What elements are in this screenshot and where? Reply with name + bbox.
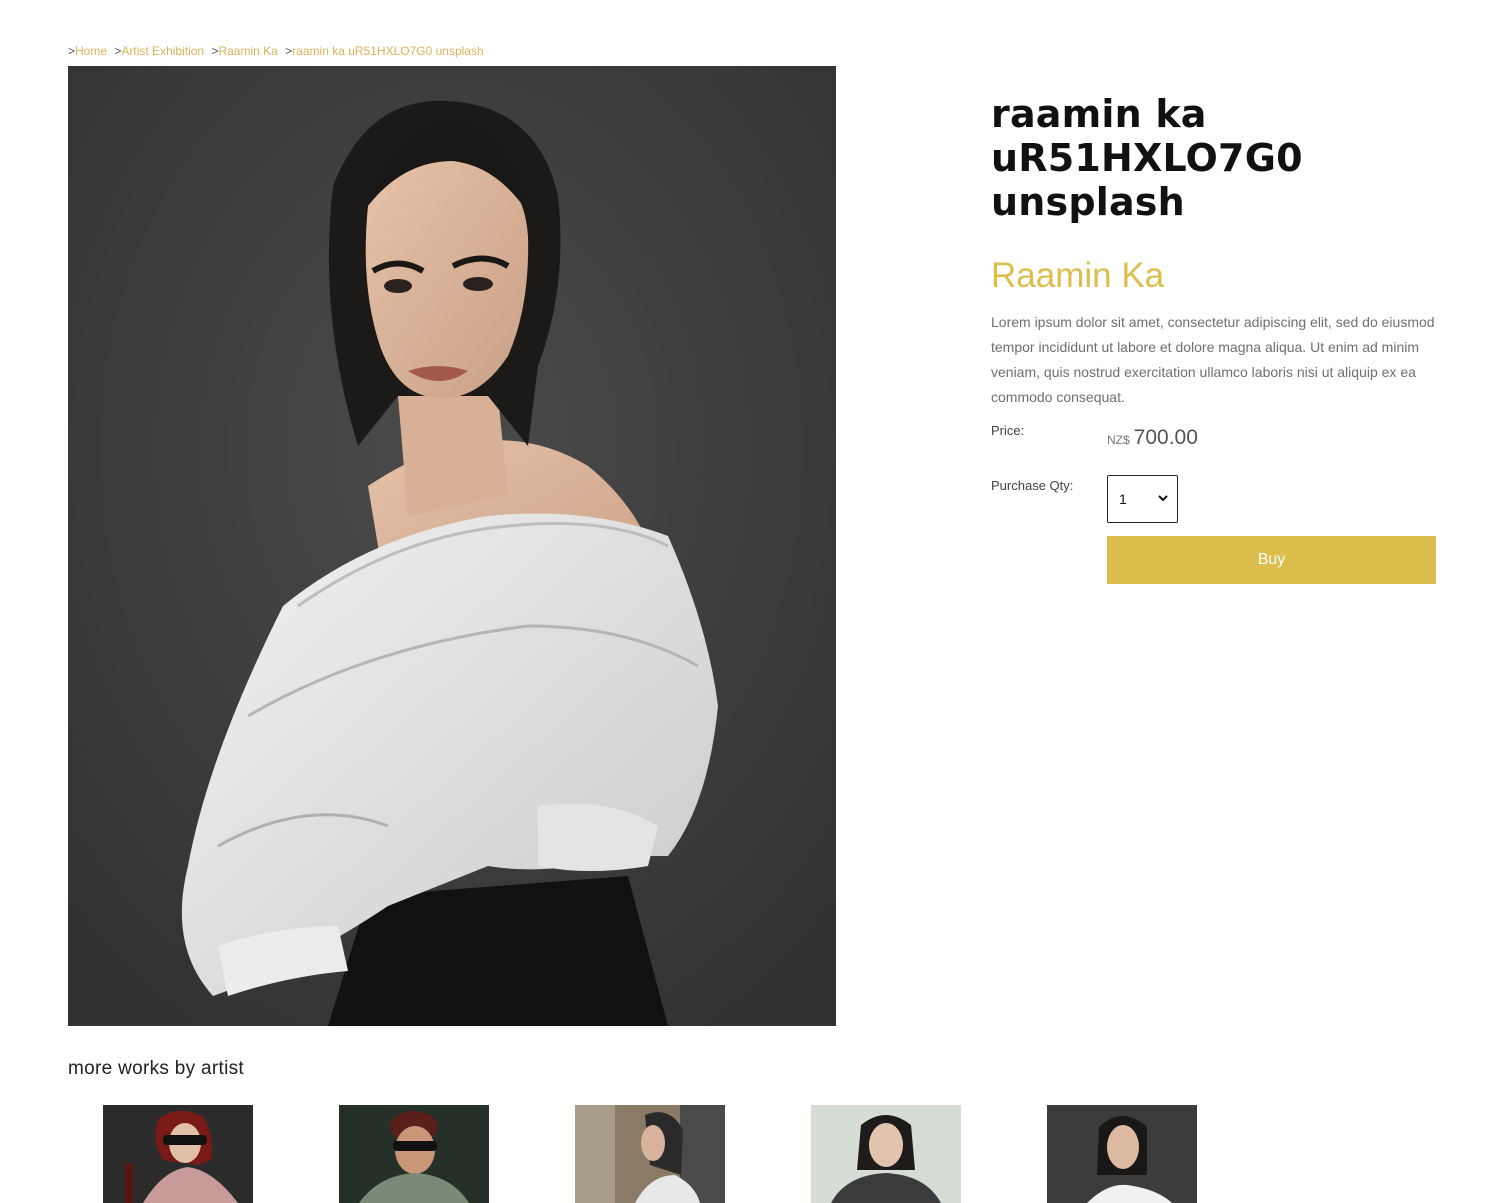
quantity-select[interactable]: 1 <box>1107 475 1178 523</box>
breadcrumb-separator: > <box>68 44 76 58</box>
artwork-thumbnail[interactable] <box>811 1105 961 1203</box>
price-value: NZ$ 700.00 <box>1107 426 1198 450</box>
artist-name[interactable]: Raamin Ka <box>991 256 1436 296</box>
thumbnail-image <box>1047 1105 1197 1203</box>
more-works-heading: more works by artist <box>68 1058 244 1079</box>
quantity-value: 1 <box>1119 491 1127 507</box>
thumbnail-image <box>811 1105 961 1203</box>
qty-label: Purchase Qty: <box>991 478 1074 493</box>
chevron-down-icon <box>1158 495 1168 502</box>
breadcrumb: >Home >Artist Exhibition >Raamin Ka >raa… <box>68 44 488 58</box>
currency-label: NZ$ <box>1107 433 1130 447</box>
portrait-illustration <box>68 66 836 1026</box>
buy-button[interactable]: Buy <box>1107 536 1436 584</box>
product-title-line3: unsplash <box>991 180 1185 224</box>
product-title: raamin ka uR51HXLO7G0 unsplash <box>991 92 1436 224</box>
artwork-thumbnail[interactable] <box>1047 1105 1197 1203</box>
breadcrumb-artist-link[interactable]: Raamin Ka <box>218 44 277 58</box>
artwork-image <box>68 66 836 1026</box>
artwork-thumbnail[interactable] <box>103 1105 253 1203</box>
thumbnail-image <box>339 1105 489 1203</box>
breadcrumb-home-link[interactable]: Home <box>75 44 107 58</box>
artwork-thumbnail[interactable] <box>575 1105 725 1203</box>
breadcrumb-current-link[interactable]: raamin ka uR51HXLO7G0 unsplash <box>292 44 483 58</box>
price-label: Price: <box>991 423 1025 438</box>
product-title-line1: raamin ka <box>991 92 1207 136</box>
thumbnail-image <box>575 1105 725 1203</box>
artwork-thumbnail[interactable] <box>339 1105 489 1203</box>
product-title-line2: uR51HXLO7G0 <box>991 136 1303 180</box>
product-description: Lorem ipsum dolor sit amet, consectetur … <box>991 314 1435 405</box>
product-info: raamin ka uR51HXLO7G0 unsplash Raamin Ka… <box>991 92 1436 410</box>
price-amount: 700.00 <box>1133 426 1198 449</box>
breadcrumb-exhibition-link[interactable]: Artist Exhibition <box>121 44 204 58</box>
thumbnail-image <box>103 1105 253 1203</box>
